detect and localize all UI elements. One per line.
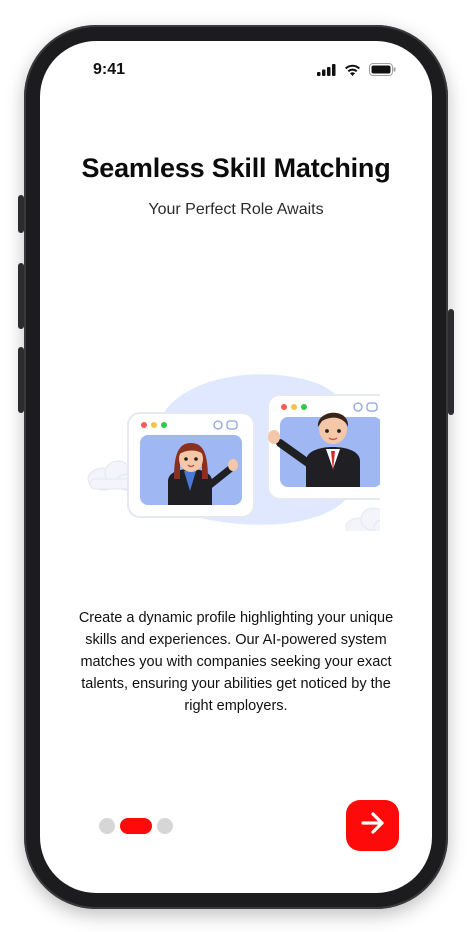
screen: 9:41 Seamless Skill Matching Your Perfec… <box>40 41 432 893</box>
pagination-dot-3[interactable] <box>157 818 173 834</box>
battery-icon <box>369 63 396 81</box>
pagination-dot-2-active[interactable] <box>120 818 152 834</box>
status-time: 9:41 <box>93 61 126 78</box>
pagination-dots <box>99 818 173 834</box>
status-bar: 9:41 <box>40 41 432 99</box>
wifi-icon <box>344 63 361 81</box>
volume-up-button <box>18 263 24 329</box>
arrow-right-icon <box>360 811 386 840</box>
cloud-right <box>345 507 399 537</box>
page-subtitle: Your Perfect Role Awaits <box>148 201 324 218</box>
action-button <box>18 195 24 233</box>
power-button <box>448 309 454 415</box>
phone-frame: 9:41 Seamless Skill Matching Your Perfec… <box>18 25 454 909</box>
left-video-window <box>127 412 255 518</box>
cellular-signal-icon <box>317 63 336 81</box>
right-video-window <box>267 394 395 500</box>
page-title: Seamless Skill Matching <box>81 153 391 183</box>
video-call-illustration <box>70 351 399 537</box>
volume-down-button <box>18 347 24 413</box>
next-button[interactable] <box>346 800 399 851</box>
status-icons <box>317 63 396 81</box>
onboarding-description: Create a dynamic profile highlighting yo… <box>78 610 394 714</box>
pagination-dot-1[interactable] <box>99 818 115 834</box>
